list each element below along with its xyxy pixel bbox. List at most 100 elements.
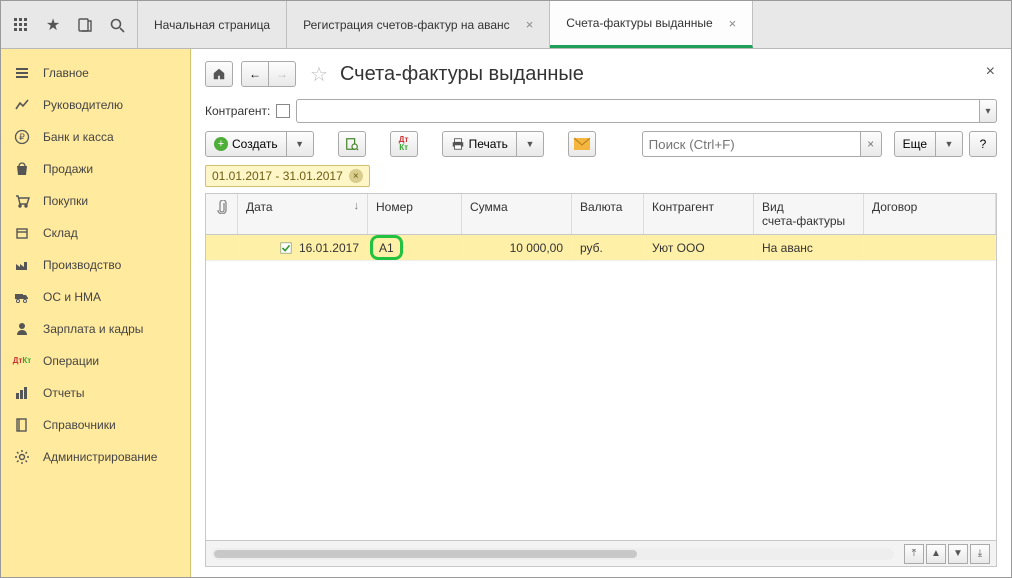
sidebar-item-label: Производство xyxy=(43,258,121,272)
table-row[interactable]: 16.01.2017 А1 10 000,00 руб. Уют ООО На … xyxy=(206,235,996,261)
email-button[interactable] xyxy=(568,131,596,157)
col-counterparty[interactable]: Контрагент xyxy=(644,194,754,234)
sidebar-item-manager[interactable]: Руководителю xyxy=(1,89,190,121)
search-clear-icon[interactable]: × xyxy=(860,131,882,157)
sidebar-item-label: Руководителю xyxy=(43,98,123,112)
sidebar-item-label: Отчеты xyxy=(43,386,84,400)
sidebar-item-purchases[interactable]: Покупки xyxy=(1,185,190,217)
sidebar-item-label: Операции xyxy=(43,354,99,368)
sidebar-item-label: Продажи xyxy=(43,162,93,176)
number-highlight: А1 xyxy=(370,235,403,260)
book-icon xyxy=(13,416,31,434)
star-outline-icon[interactable]: ☆ xyxy=(310,62,328,87)
col-type[interactable]: Вид счета-фактуры xyxy=(754,194,864,234)
tab-home[interactable]: Начальная страница xyxy=(138,1,287,48)
cell-currency: руб. xyxy=(572,235,644,260)
gear-icon xyxy=(13,448,31,466)
sidebar-item-label: Зарплата и кадры xyxy=(43,322,143,336)
cell-number: А1 xyxy=(368,235,462,260)
create-label: Создать xyxy=(232,137,278,151)
col-number[interactable]: Номер xyxy=(368,194,462,234)
box-icon xyxy=(13,224,31,242)
ruble-icon: ₽ xyxy=(13,128,31,146)
sidebar-item-bank[interactable]: ₽ Банк и касса xyxy=(1,121,190,153)
search-icon[interactable] xyxy=(103,11,131,39)
sidebar-item-label: Покупки xyxy=(43,194,88,208)
invoices-grid: Дата Номер Сумма Валюта Контрагент Вид с… xyxy=(205,193,997,567)
dtkt-icon: ДтКт xyxy=(13,352,31,370)
help-button[interactable]: ? xyxy=(969,131,997,157)
factory-icon xyxy=(13,256,31,274)
grid-header: Дата Номер Сумма Валюта Контрагент Вид с… xyxy=(206,194,996,235)
more-button[interactable]: Еще xyxy=(894,131,936,157)
sidebar-item-production[interactable]: Производство xyxy=(1,249,190,281)
tab-label: Регистрация счетов-фактур на аванс xyxy=(303,18,510,32)
date-filter-chip[interactable]: 01.01.2017 - 31.01.2017 × xyxy=(205,165,370,187)
tab-invoices-issued[interactable]: Счета-фактуры выданные × xyxy=(550,1,753,48)
col-attachment[interactable] xyxy=(206,194,238,234)
sidebar-item-main[interactable]: Главное xyxy=(1,57,190,89)
bag-icon xyxy=(13,160,31,178)
dropdown-icon[interactable]: ▾ xyxy=(979,99,997,123)
history-icon[interactable] xyxy=(71,11,99,39)
dtkt-button[interactable]: ДтКт xyxy=(390,131,418,157)
col-contract[interactable]: Договор xyxy=(864,194,996,234)
scroll-top-icon[interactable]: ⤒ xyxy=(904,544,924,564)
sidebar-item-operations[interactable]: ДтКт Операции xyxy=(1,345,190,377)
cart-icon xyxy=(13,192,31,210)
cell-sum: 10 000,00 xyxy=(462,235,572,260)
filter-checkbox[interactable] xyxy=(276,104,290,118)
home-button[interactable] xyxy=(205,61,233,87)
scroll-down-icon[interactable]: ▼ xyxy=(948,544,968,564)
create-button[interactable]: + Создать xyxy=(205,131,287,157)
cell-contract xyxy=(864,235,996,260)
cell-date: 16.01.2017 xyxy=(238,235,368,260)
sidebar-item-reports[interactable]: Отчеты xyxy=(1,377,190,409)
counterparty-filter-input[interactable] xyxy=(296,99,979,123)
forward-button[interactable]: → xyxy=(268,61,296,87)
star-icon[interactable]: ★ xyxy=(39,11,67,39)
col-date[interactable]: Дата xyxy=(238,194,368,234)
print-button[interactable]: Печать xyxy=(442,131,517,157)
plus-icon: + xyxy=(214,137,228,151)
horizontal-scrollbar[interactable] xyxy=(212,548,894,560)
close-page-icon[interactable]: × xyxy=(986,63,995,81)
person-icon xyxy=(13,320,31,338)
create-dropdown[interactable]: ▼ xyxy=(286,131,314,157)
close-icon[interactable]: × xyxy=(526,17,534,32)
date-filter-label: 01.01.2017 - 31.01.2017 xyxy=(212,169,343,183)
menu-icon xyxy=(13,64,31,82)
sidebar-item-hr[interactable]: Зарплата и кадры xyxy=(1,313,190,345)
print-label: Печать xyxy=(469,137,508,151)
apps-icon[interactable] xyxy=(7,11,35,39)
print-dropdown[interactable]: ▼ xyxy=(516,131,544,157)
sidebar-item-assets[interactable]: ОС и НМА xyxy=(1,281,190,313)
sidebar-item-label: Справочники xyxy=(43,418,116,432)
tab-label: Начальная страница xyxy=(154,18,270,32)
sidebar-item-admin[interactable]: Администрирование xyxy=(1,441,190,473)
more-dropdown[interactable]: ▼ xyxy=(935,131,963,157)
page-title: Счета-фактуры выданные xyxy=(340,63,584,86)
tab-registration[interactable]: Регистрация счетов-фактур на аванс × xyxy=(287,1,550,48)
chip-clear-icon[interactable]: × xyxy=(349,169,363,183)
cell-attachment xyxy=(206,235,238,260)
sidebar-item-sales[interactable]: Продажи xyxy=(1,153,190,185)
close-icon[interactable]: × xyxy=(729,16,737,31)
sidebar-item-label: ОС и НМА xyxy=(43,290,101,304)
scroll-up-icon[interactable]: ▲ xyxy=(926,544,946,564)
find-by-number-button[interactable] xyxy=(338,131,366,157)
back-button[interactable]: ← xyxy=(241,61,269,87)
search-input[interactable] xyxy=(642,131,860,157)
scroll-bottom-icon[interactable]: ⤓ xyxy=(970,544,990,564)
sidebar-item-label: Администрирование xyxy=(43,450,157,464)
sidebar-item-label: Склад xyxy=(43,226,78,240)
cell-type: На аванс xyxy=(754,235,864,260)
sidebar-item-warehouse[interactable]: Склад xyxy=(1,217,190,249)
sidebar-item-refs[interactable]: Справочники xyxy=(1,409,190,441)
col-sum[interactable]: Сумма xyxy=(462,194,572,234)
bars-icon xyxy=(13,384,31,402)
filter-label: Контрагент: xyxy=(205,104,270,118)
tab-label: Счета-фактуры выданные xyxy=(566,16,712,30)
help-label: ? xyxy=(980,137,987,151)
col-currency[interactable]: Валюта xyxy=(572,194,644,234)
